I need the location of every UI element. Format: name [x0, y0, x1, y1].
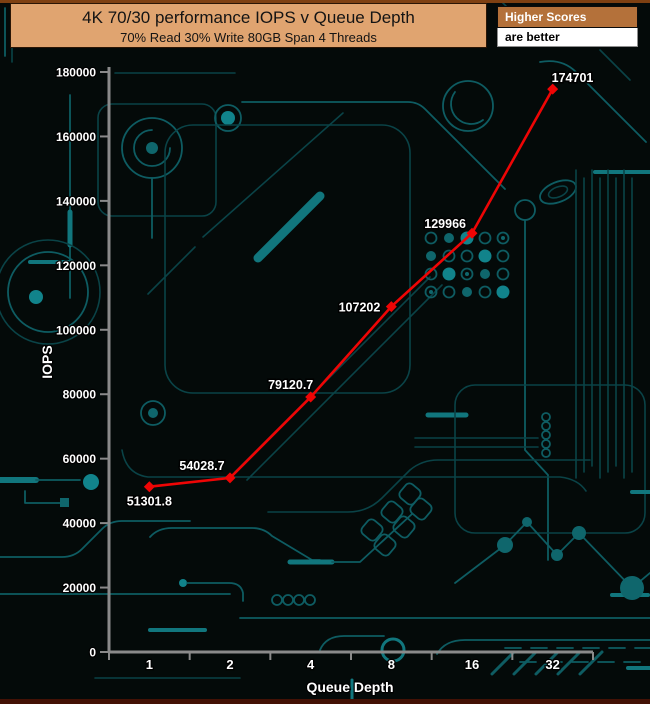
x-tick-label: 32 — [545, 657, 559, 672]
series-line — [149, 88, 554, 488]
screenshot-root: IOPS Queue Depth 0 20000 40000 60000 80000 10… — [0, 0, 650, 704]
chart-title: 4K 70/30 performance IOPS v Queue Depth — [82, 8, 415, 27]
higher-scores-note: Higher Scores are better — [497, 6, 638, 47]
data-point-label: 54028.7 — [179, 459, 224, 473]
x-tick-label: 16 — [465, 657, 479, 672]
data-point-label: 174701 — [552, 71, 594, 85]
x-axis-title: Queue Depth — [306, 679, 393, 695]
y-axis-title: IOPS — [39, 345, 55, 378]
y-tick-label: 40000 — [63, 517, 97, 531]
y-tick-label: 100000 — [56, 323, 96, 337]
x-tick-label: 4 — [307, 657, 315, 672]
chart-subtitle: 70% Read 30% Write 80GB Span 4 Threads — [120, 30, 377, 45]
data-point-label: 51301.8 — [127, 495, 172, 509]
note-line-2: are better — [497, 28, 638, 47]
y-tick-label: 60000 — [63, 452, 97, 466]
y-tick-label: 180000 — [56, 66, 96, 80]
note-line-1: Higher Scores — [497, 6, 638, 28]
data-point-label: 129966 — [424, 217, 466, 231]
data-point-label: 107202 — [339, 301, 381, 315]
x-tick-label: 2 — [226, 657, 233, 672]
data-point-marker — [143, 481, 155, 493]
chart-title-box: 4K 70/30 performance IOPS v Queue Depth … — [10, 3, 487, 48]
x-tick-label: 1 — [146, 657, 153, 672]
iops-line-chart: IOPS Queue Depth 0 20000 40000 60000 80000 10… — [38, 64, 595, 696]
y-tick-label: 80000 — [63, 388, 97, 402]
bottom-border-strip — [0, 699, 650, 704]
y-tick-label: 160000 — [56, 130, 96, 144]
y-tick-label: 20000 — [63, 581, 97, 595]
y-tick-label: 140000 — [56, 194, 96, 208]
y-tick-label: 0 — [89, 646, 96, 660]
x-tick-label: 8 — [388, 657, 395, 672]
data-point-label: 79120.7 — [268, 378, 313, 392]
data-point-marker — [547, 83, 559, 95]
y-tick-label: 120000 — [56, 259, 96, 273]
